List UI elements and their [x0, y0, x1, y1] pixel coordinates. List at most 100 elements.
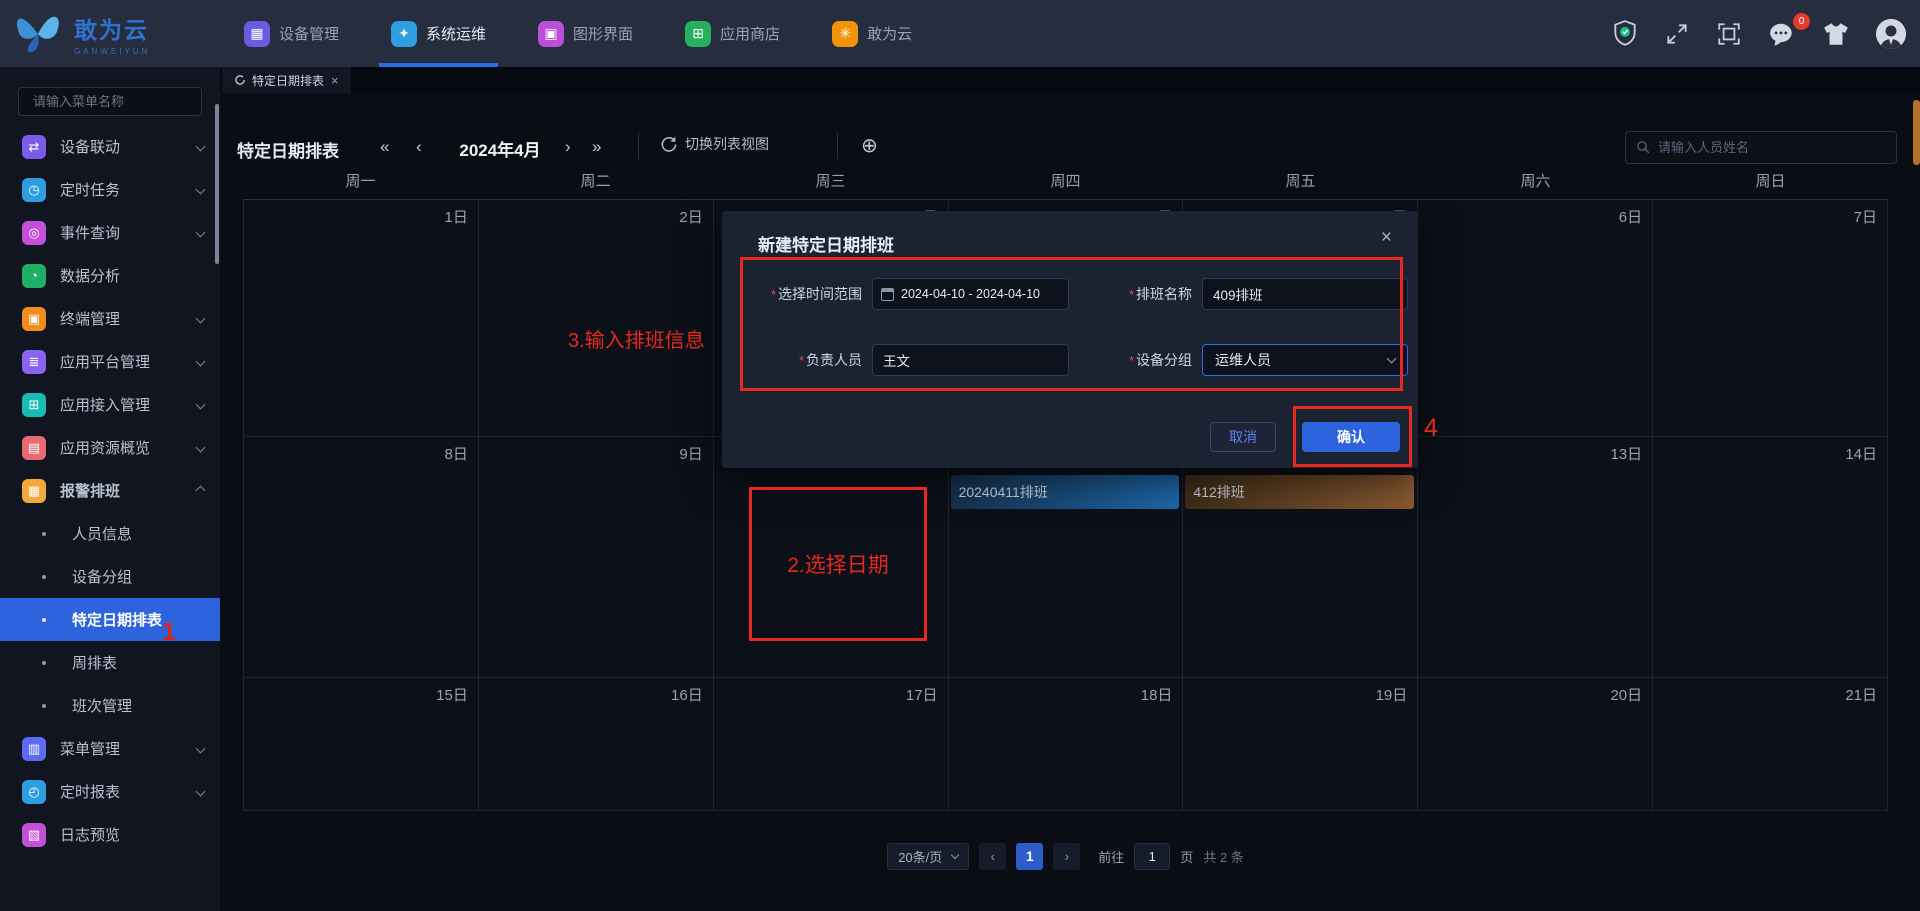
sidebar-item-label: 事件查询 — [60, 222, 120, 243]
topnav-item-system-operations[interactable]: ✦系统运维 — [391, 0, 486, 67]
page-scrollbar-thumb[interactable] — [1913, 100, 1920, 165]
sidebar-scrollbar-thumb[interactable] — [215, 104, 219, 264]
calendar-cell[interactable]: 12日412排班 — [1183, 437, 1418, 678]
sidebar-item-data-analysis[interactable]: ◔数据分析 — [0, 254, 220, 297]
topnav-item-label: 应用商店 — [720, 23, 780, 44]
sidebar-item-log-preview[interactable]: ▧日志预览 — [0, 813, 220, 856]
person-search-input[interactable] — [1658, 140, 1886, 155]
calendar-cell[interactable]: 15日 — [244, 678, 479, 811]
terminal-management-icon: ▣ — [22, 307, 46, 331]
tab-specific-date-schedule[interactable]: 特定日期排表 × — [222, 67, 351, 93]
ganweiyun-butterfly-icon: ✳ — [832, 21, 858, 47]
calendar-cell[interactable]: 14日 — [1653, 437, 1888, 678]
date-label: 6日 — [1619, 206, 1642, 227]
sidebar-item-device-linkage[interactable]: ⇄设备联动 — [0, 125, 220, 168]
date-label: 21日 — [1845, 684, 1877, 705]
topnav-item-device-management[interactable]: ▦设备管理 — [244, 0, 339, 67]
calendar-cell[interactable]: 11日20240411排班 — [949, 437, 1184, 678]
security-shield-icon[interactable] — [1612, 20, 1638, 48]
tab-close-icon[interactable]: × — [331, 73, 339, 88]
calendar-cell[interactable]: 6日 — [1418, 200, 1653, 437]
chevron-down-icon — [196, 142, 206, 152]
chevron-down-icon — [196, 228, 206, 238]
user-avatar[interactable] — [1876, 19, 1906, 49]
screenshot-frame-icon[interactable] — [1716, 21, 1742, 47]
sidebar-item-menu-management[interactable]: ▥菜单管理 — [0, 727, 220, 770]
sidebar-search-input[interactable] — [33, 94, 209, 109]
sidebar-item-specific-date-schedule[interactable]: 特定日期排表 — [0, 598, 220, 641]
chevron-up-icon — [196, 486, 206, 496]
sidebar-item-timed-report[interactable]: ◴定时报表 — [0, 770, 220, 813]
modal-close-icon[interactable]: × — [1381, 227, 1392, 249]
brand-logo[interactable]: 敢为云 GANWEIYUN — [12, 10, 212, 58]
date-label: 19日 — [1376, 684, 1408, 705]
sidebar-item-app-resource-overview[interactable]: ▤应用资源概览 — [0, 426, 220, 469]
sidebar-item-alarm-scheduling[interactable]: ▦报警排班 — [0, 469, 220, 512]
next-page-button[interactable]: › — [1053, 843, 1080, 870]
sidebar-item-timed-task[interactable]: ◷定时任务 — [0, 168, 220, 211]
brand-name: 敢为云 — [74, 11, 150, 45]
theme-shirt-icon[interactable] — [1822, 21, 1850, 47]
add-schedule-icon[interactable]: ⊕ — [861, 133, 878, 158]
calendar-cell[interactable]: 19日 — [1183, 678, 1418, 811]
calendar-cell[interactable]: 20日 — [1418, 678, 1653, 811]
sidebar-item-shift-management[interactable]: 班次管理 — [0, 684, 220, 727]
prev-month-button[interactable]: ‹ — [416, 137, 422, 157]
messages-icon[interactable]: 0 — [1768, 21, 1796, 47]
date-label: 18日 — [1141, 684, 1173, 705]
next-month-button[interactable]: › — [565, 137, 571, 157]
switch-list-view-button[interactable]: 切换列表视图 — [660, 134, 769, 154]
calendar-cell[interactable]: 1日 — [244, 200, 479, 437]
prev-year-button[interactable]: « — [380, 137, 389, 157]
sidebar-item-label: 定时报表 — [60, 781, 120, 802]
sidebar-search[interactable] — [18, 87, 202, 116]
topnav-item-app-store[interactable]: ⊞应用商店 — [685, 0, 780, 67]
page-size-select[interactable]: 20条/页 — [887, 843, 969, 870]
calendar-cell[interactable]: 21日 — [1653, 678, 1888, 811]
annotation-step-3-label: 3.输入排班信息 — [568, 324, 705, 353]
total-count-label: 共 2 条 — [1203, 847, 1243, 866]
annotation-box-select-date: 2.选择日期 — [749, 487, 927, 641]
person-search[interactable] — [1625, 131, 1897, 164]
sidebar-item-app-platform-management[interactable]: ≣应用平台管理 — [0, 340, 220, 383]
sidebar-item-weekly-schedule[interactable]: 周排表 — [0, 641, 220, 684]
sidebar-item-personnel-info[interactable]: 人员信息 — [0, 512, 220, 555]
current-month-label: 2024年4月 — [450, 136, 550, 161]
current-page-button[interactable]: 1 — [1016, 843, 1043, 870]
calendar-cell[interactable]: 17日 — [714, 678, 949, 811]
sidebar-item-label: 数据分析 — [60, 265, 120, 286]
calendar-cell[interactable]: 13日 — [1418, 437, 1653, 678]
calendar-cell[interactable]: 18日 — [949, 678, 1184, 811]
schedule-event[interactable]: 20240411排班 — [951, 475, 1180, 509]
top-navbar: 敢为云 GANWEIYUN ▦设备管理✦系统运维▣图形界面⊞应用商店✳敢为云 0 — [0, 0, 1920, 67]
goto-page-input[interactable] — [1134, 843, 1170, 870]
sidebar-item-label: 特定日期排表 — [72, 609, 162, 630]
cancel-button[interactable]: 取消 — [1210, 422, 1276, 452]
sidebar-item-device-grouping[interactable]: 设备分组 — [0, 555, 220, 598]
sidebar-item-label: 应用接入管理 — [60, 394, 150, 415]
sidebar-item-app-access-management[interactable]: ⊞应用接入管理 — [0, 383, 220, 426]
prev-page-button[interactable]: ‹ — [979, 843, 1006, 870]
bullet-dot-icon — [42, 704, 46, 708]
sidebar: ⇄设备联动◷定时任务◎事件查询◔数据分析 ▣ 终端管理 ≣应用平台管理⊞应用接入管理▤… — [0, 67, 220, 911]
date-label: 1日 — [445, 206, 468, 227]
sidebar-item-terminal-management[interactable]: ▣ 终端管理 — [0, 297, 220, 340]
weekday-header: 周日 — [1653, 162, 1888, 199]
sidebar-item-event-query[interactable]: ◎事件查询 — [0, 211, 220, 254]
calendar-cell[interactable]: 16日 — [479, 678, 714, 811]
calendar-cell[interactable]: 2日 — [479, 200, 714, 437]
weekday-header: 周五 — [1183, 162, 1418, 199]
weekday-header: 周二 — [478, 162, 713, 199]
calendar-cell[interactable]: 9日 — [479, 437, 714, 678]
next-year-button[interactable]: » — [592, 137, 601, 157]
topnav-item-graphic-interface[interactable]: ▣图形界面 — [538, 0, 633, 67]
chevron-down-icon — [951, 850, 959, 858]
date-label: 16日 — [671, 684, 703, 705]
butterfly-logo-icon — [12, 10, 64, 58]
calendar-cell[interactable]: 8日 — [244, 437, 479, 678]
calendar-cell[interactable]: 7日 — [1653, 200, 1888, 437]
topnav-item-ganweiyun[interactable]: ✳敢为云 — [832, 0, 912, 67]
sidebar-item-label: 终端管理 — [60, 308, 120, 329]
fullscreen-expand-icon[interactable] — [1664, 21, 1690, 47]
schedule-event[interactable]: 412排班 — [1185, 475, 1414, 509]
